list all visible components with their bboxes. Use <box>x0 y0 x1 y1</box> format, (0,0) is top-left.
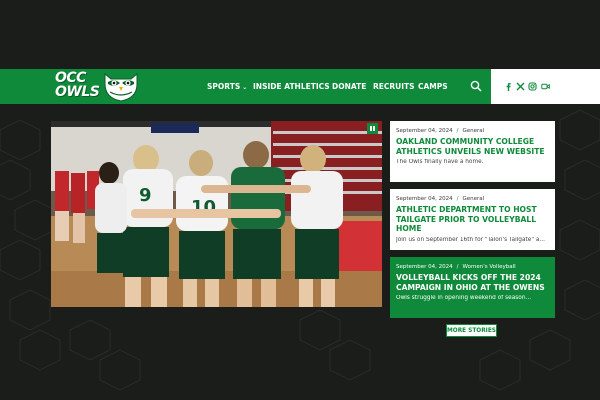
owl-logo-icon[interactable] <box>100 70 142 103</box>
x-icon[interactable] <box>516 82 525 91</box>
nav-label-inside-athletics: INSIDE ATHLETICS <box>253 82 330 91</box>
story-meta: September 04, 2024/General <box>396 196 549 202</box>
nav-label-camps: CAMPS <box>418 82 448 91</box>
story-category: Women's Volleyball <box>462 264 516 270</box>
story-card-active[interactable]: September 04, 2024/Women's Volleyball VO… <box>390 257 555 318</box>
brand-line-2: OWLS <box>55 84 100 100</box>
story-category: General <box>462 196 485 202</box>
more-stories-button[interactable]: MORE STORIES <box>446 324 497 337</box>
story-category: General <box>462 128 485 134</box>
meta-separator: / <box>456 128 459 134</box>
pause-icon[interactable] <box>367 123 378 134</box>
story-meta: September 04, 2024/General <box>396 128 549 134</box>
hero-photo[interactable]: 9 10 <box>51 121 382 307</box>
story-excerpt: Join us on September 16th for "Talon's T… <box>396 236 545 243</box>
story-date: September 04, 2024 <box>396 264 453 270</box>
brand-line-1: OCC <box>55 70 86 86</box>
nav-label-donate: DONATE <box>332 82 367 91</box>
photo-volleyball-team-huddle: 9 10 <box>51 121 382 307</box>
story-date: September 04, 2024 <box>396 196 453 202</box>
story-date: September 04, 2024 <box>396 128 453 134</box>
story-card[interactable]: September 04, 2024/General OAKLAND COMMU… <box>390 121 555 182</box>
story-excerpt: The Owls finally have a home. <box>396 159 484 165</box>
story-headline[interactable]: VOLLEYBALL KICKS OFF THE 2024 CAMPAIGN I… <box>396 273 549 292</box>
nav-label-recruits: RECRUITS <box>373 82 415 91</box>
nav-item-camps[interactable]: CAMPS <box>418 82 448 91</box>
brand-wordmark[interactable]: OCC OWLS <box>55 71 103 99</box>
search-icon[interactable] <box>470 80 482 92</box>
nav-item-recruits[interactable]: RECRUITS <box>373 82 415 91</box>
story-headline[interactable]: ATHLETIC DEPARTMENT TO HOST TAILGATE PRI… <box>396 205 549 234</box>
nav-item-sports[interactable]: SPORTS ⌄ <box>207 82 247 91</box>
meta-separator: / <box>456 264 459 270</box>
story-headline[interactable]: OAKLAND COMMUNITY COLLEGE ATHLETICS UNVE… <box>396 137 549 156</box>
svg-text:9: 9 <box>139 185 152 206</box>
nav-item-donate[interactable]: DONATE <box>332 82 366 91</box>
nav-label-sports: SPORTS <box>207 82 241 91</box>
story-excerpt: Owls struggle in opening weekend of seas… <box>396 295 532 301</box>
nav-item-inside-athletics[interactable]: INSIDE ATHLETICS ⌄ <box>253 82 337 91</box>
story-meta: September 04, 2024/Women's Volleyball <box>396 264 549 270</box>
story-card[interactable]: September 04, 2024/General ATHLETIC DEPA… <box>390 189 555 250</box>
facebook-icon[interactable] <box>504 82 513 91</box>
chevron-down-icon: ⌄ <box>242 84 248 91</box>
instagram-icon[interactable] <box>528 82 537 91</box>
meta-separator: / <box>456 196 459 202</box>
video-icon[interactable] <box>541 82 550 91</box>
